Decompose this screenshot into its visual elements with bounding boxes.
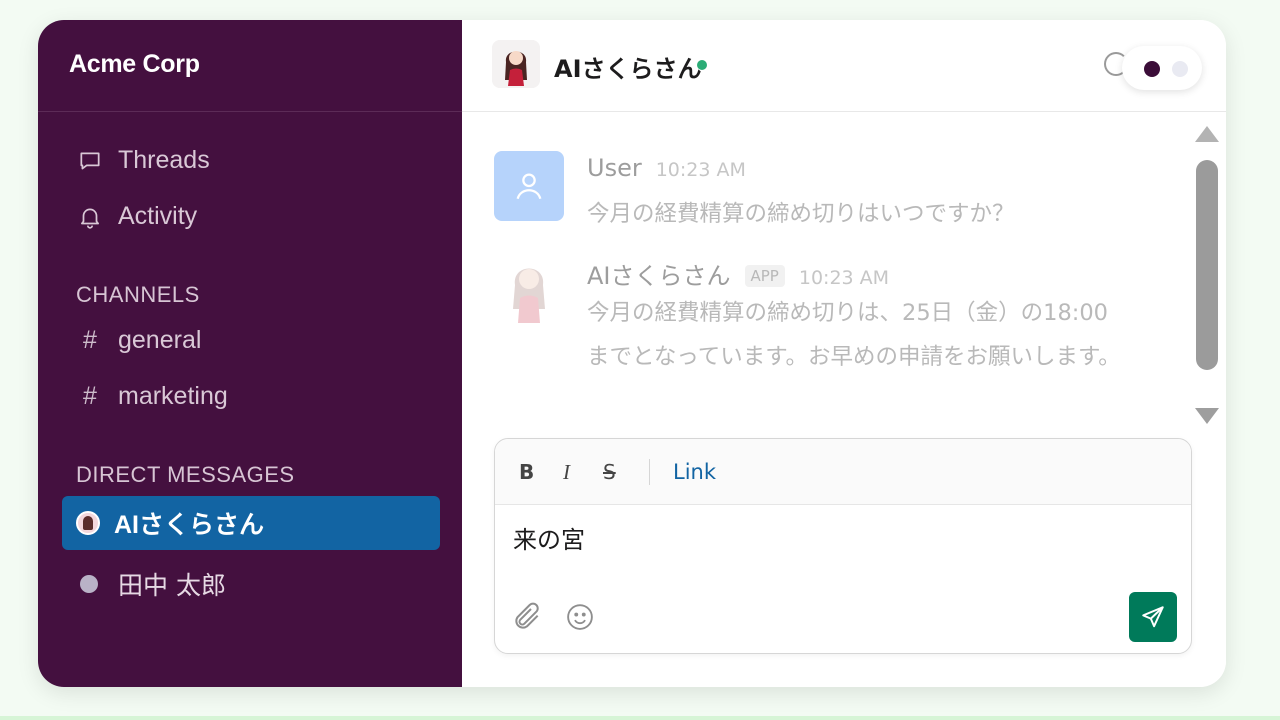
presence-dot [80, 575, 98, 593]
user-icon [516, 173, 542, 200]
sidebar-item-label: marketing [118, 382, 228, 410]
avatar[interactable] [494, 253, 564, 323]
paperclip-icon[interactable] [511, 601, 543, 633]
sidebar-item-label: AIさくらさん [114, 511, 265, 539]
scroll-down-arrow-icon[interactable] [1195, 408, 1219, 424]
message-time: 10:23 AM [655, 159, 746, 181]
conversation-header: AIさくらさん [462, 20, 1226, 112]
bell-icon [76, 203, 104, 231]
avatar[interactable] [492, 40, 540, 88]
scroll-up-arrow-icon[interactable] [1195, 126, 1219, 142]
theme-toggle[interactable] [1122, 46, 1202, 90]
direct-messages-section-title[interactable]: DIRECT MESSAGES [76, 462, 295, 488]
author-name[interactable]: User [587, 154, 642, 182]
online-status-dot [697, 60, 707, 70]
conversation-title[interactable]: AIさくらさん [554, 49, 702, 84]
dark-mode-icon [1144, 61, 1160, 77]
avatar[interactable] [494, 151, 564, 221]
message-input[interactable] [513, 523, 1153, 551]
bold-button[interactable]: B [519, 460, 534, 484]
light-mode-icon [1172, 61, 1188, 77]
sidebar-item-marketing[interactable]: # marketing [76, 382, 228, 411]
formatting-toolbar: B I S Link [495, 439, 1191, 505]
sidebar-item-label: general [118, 326, 202, 354]
message-text: までとなっています。お早めの申請をお願いします。 [587, 344, 1121, 370]
author-name[interactable]: AIさくらさん [587, 262, 731, 290]
threads-icon [76, 147, 104, 175]
hash-icon: # [83, 326, 97, 354]
chat-window: Acme Corp Threads Activity CHANNELS # ge… [38, 20, 1226, 687]
workspace-name[interactable]: Acme Corp [38, 20, 462, 112]
page-bottom-edge [0, 716, 1280, 720]
channels-section-title[interactable]: CHANNELS [76, 282, 200, 308]
app-badge: APP [744, 265, 785, 287]
italic-button[interactable]: I [563, 460, 570, 485]
sidebar-item-dm-tanaka[interactable]: 田中 太郎 [76, 566, 226, 602]
message-list: User 10:23 AM 今月の経費精算の締め切りはいつですか？ AIさくらさん… [462, 113, 1202, 433]
sidebar-item-general[interactable]: # general [76, 326, 201, 355]
message-text: 今月の経費精算の締め切りはいつですか？ [587, 201, 1015, 227]
toolbar-divider [649, 459, 650, 485]
message-composer: B I S Link [494, 438, 1192, 654]
send-button[interactable] [1129, 592, 1177, 642]
message-author[interactable]: AIさくらさん APP 10:23 AM [587, 256, 889, 291]
scroll-thumb[interactable] [1196, 160, 1218, 370]
sidebar-item-label: Threads [118, 146, 210, 174]
strikethrough-button[interactable]: S [603, 460, 616, 484]
link-button[interactable]: Link [673, 460, 716, 484]
avatar [76, 511, 100, 535]
message-time: 10:23 AM [798, 267, 890, 289]
message-scrollbar[interactable] [1192, 120, 1222, 450]
sidebar-item-threads[interactable]: Threads [76, 146, 210, 175]
send-icon [1142, 606, 1164, 628]
sidebar-item-label: Activity [118, 202, 198, 230]
emoji-icon[interactable] [565, 602, 595, 632]
sidebar: Acme Corp Threads Activity CHANNELS # ge… [38, 20, 462, 687]
sidebar-item-activity[interactable]: Activity [76, 202, 197, 231]
message-author[interactable]: User 10:23 AM [587, 154, 746, 182]
conversation-pane: AIさくらさん User 10:23 AM 今月の経費精算の締め切りはいつですか？ [462, 20, 1226, 687]
message-text: 今月の経費精算の締め切りは、25日（金）の18:00 [587, 300, 1108, 326]
sidebar-item-dm-ai-sakura[interactable]: AIさくらさん [62, 496, 440, 550]
sidebar-item-label: 田中 太郎 [118, 571, 226, 600]
hash-icon: # [83, 382, 97, 410]
